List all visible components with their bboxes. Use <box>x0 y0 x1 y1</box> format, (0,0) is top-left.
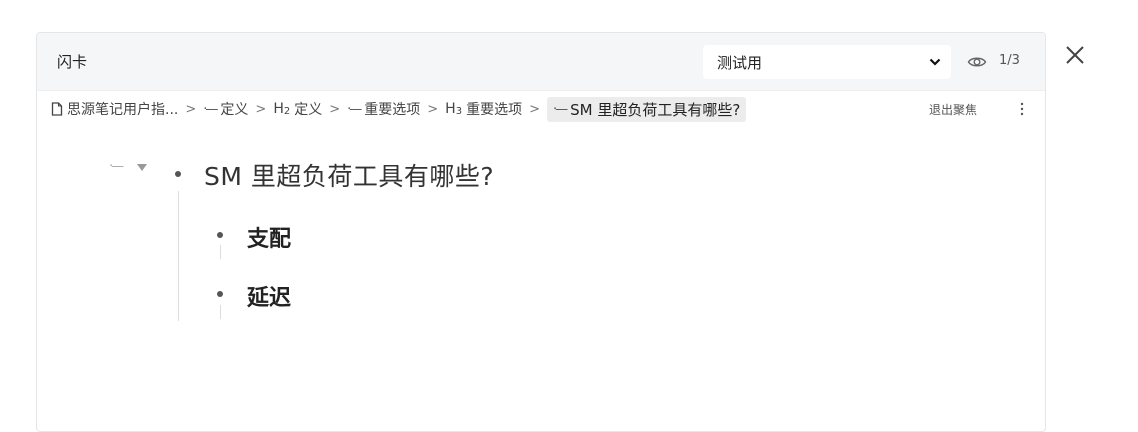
heading-3-icon: H3 <box>445 101 463 117</box>
answer-bullet[interactable] <box>217 232 223 238</box>
question-bullet[interactable] <box>175 171 181 177</box>
exit-focus-button[interactable]: 退出聚焦 <box>929 101 977 118</box>
question-text: SM 里超负荷工具有哪些? <box>204 162 495 191</box>
card-counter: 1/3 <box>999 53 1020 68</box>
chevron-right-icon: > <box>255 101 267 117</box>
breadcrumb-item-list[interactable]: ·— 定义 <box>203 99 248 119</box>
child-guide-line <box>220 305 221 319</box>
answer-item: 延迟 <box>247 286 292 311</box>
child-guide-line <box>220 245 221 259</box>
breadcrumb-label: 定义 <box>294 102 323 118</box>
breadcrumb-label: SM 里超负荷工具有哪些? <box>570 100 741 119</box>
list-item-icon: ·— <box>347 101 362 117</box>
chevron-right-icon: > <box>427 101 439 117</box>
more-vertical-icon[interactable] <box>1017 99 1027 119</box>
list-item-icon: ·— <box>552 101 568 117</box>
chevron-right-icon: > <box>529 101 540 117</box>
breadcrumb-item-list-2[interactable]: ·— 重要选项 <box>347 99 420 119</box>
breadcrumb-label: 重要选项 <box>466 102 523 118</box>
close-icon <box>1066 46 1084 64</box>
panel-header: 闪卡 测试用 1/3 <box>37 33 1045 91</box>
breadcrumb-item-h2[interactable]: H2 定义 <box>273 99 322 119</box>
chevron-right-icon: > <box>329 101 341 117</box>
close-button[interactable] <box>1060 40 1090 70</box>
breadcrumb-label: 思源笔记用户指... <box>67 102 179 118</box>
list-item-icon: ·— <box>203 101 218 117</box>
answer-item: 支配 <box>247 227 292 252</box>
breadcrumb-item-doc[interactable]: 思源笔记用户指... <box>51 99 178 119</box>
list-item-icon[interactable]: ·— <box>109 159 124 174</box>
breadcrumb-label: 定义 <box>220 102 249 118</box>
breadcrumb-label: 重要选项 <box>364 102 421 118</box>
flashcard-panel: 闪卡 测试用 1/3 思源笔记用户指... > ·— 定义 > H2 定义 > … <box>36 32 1046 432</box>
breadcrumb-item-h3[interactable]: H3 重要选项 <box>445 99 522 119</box>
breadcrumb-item-current[interactable]: ·— SM 里超负荷工具有哪些? <box>546 96 747 122</box>
document-icon <box>51 102 63 116</box>
deck-select[interactable]: 测试用 <box>703 45 951 79</box>
chevron-right-icon: > <box>185 101 197 117</box>
heading-2-icon: H2 <box>273 101 291 117</box>
fold-triangle-icon[interactable] <box>136 162 148 172</box>
eye-icon[interactable] <box>967 53 987 71</box>
question-block-controls: ·— <box>109 159 148 174</box>
panel-title: 闪卡 <box>57 53 88 71</box>
deck-select-value: 测试用 <box>717 53 763 72</box>
chevron-down-icon <box>929 58 941 66</box>
answer-bullet[interactable] <box>217 291 223 297</box>
children-guide-line <box>178 191 179 321</box>
breadcrumb: 思源笔记用户指... > ·— 定义 > H2 定义 > ·— 重要选项 > H… <box>51 95 1031 123</box>
